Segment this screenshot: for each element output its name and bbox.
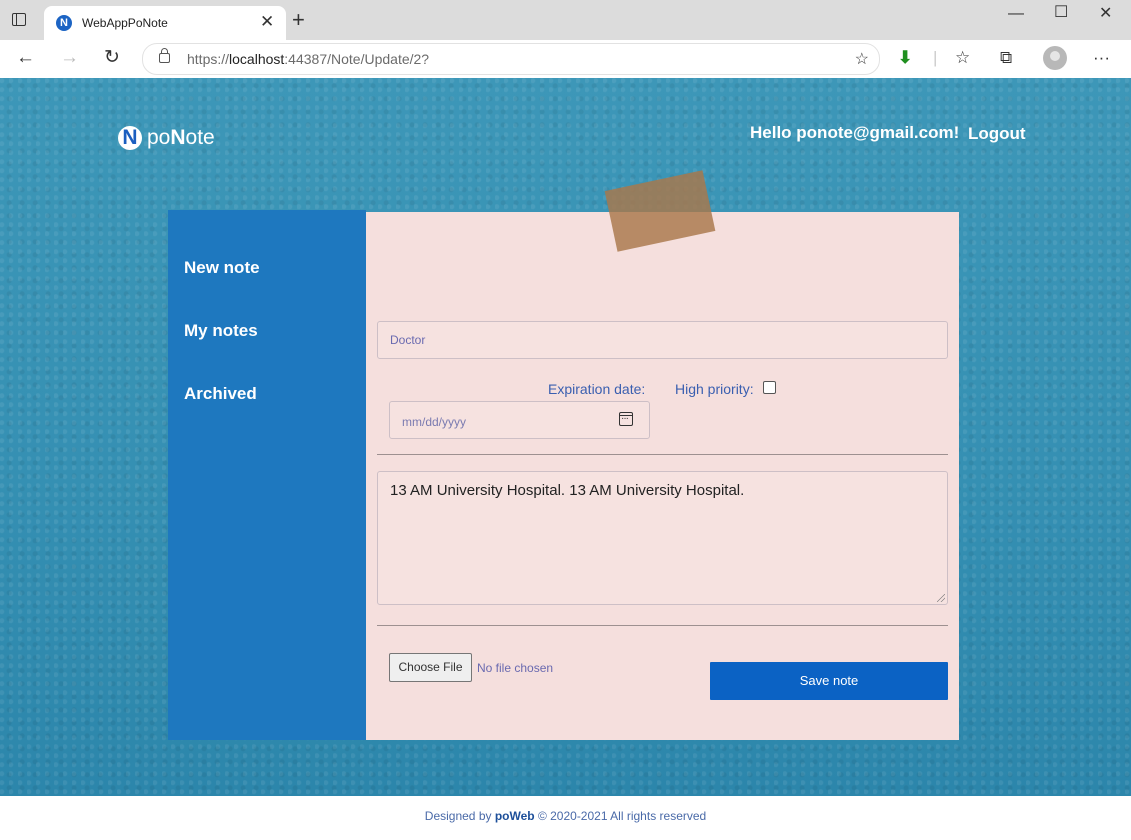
high-priority-label: High priority: — [675, 381, 754, 397]
sidebar-item-my-notes[interactable]: My notes — [184, 321, 258, 341]
browser-tab[interactable]: N WebAppPoNote ✕ — [44, 6, 286, 40]
profile-avatar-icon[interactable] — [1043, 46, 1067, 70]
sidebar-item-archived[interactable]: Archived — [184, 384, 257, 404]
tab-actions-icon[interactable] — [12, 13, 26, 26]
expiration-date-label: Expiration date: — [548, 381, 646, 397]
more-menu-icon[interactable]: ··· — [1093, 48, 1110, 68]
download-icon[interactable]: ⬇ — [898, 48, 912, 68]
url-field[interactable]: https://localhost:44387/Note/Update/2? ☆ — [142, 43, 880, 75]
note-title-input[interactable] — [377, 321, 948, 359]
logout-link[interactable]: Logout — [968, 124, 1026, 144]
file-status-text: No file chosen — [477, 661, 554, 675]
sidebar-item-new-note[interactable]: New note — [184, 258, 260, 278]
divider — [377, 454, 948, 455]
note-body-textarea[interactable]: 13 AM University Hospital. 13 AM Univers… — [377, 471, 948, 605]
footer-text: Designed by poWeb © 2020-2021 All rights… — [424, 809, 707, 823]
resize-handle-icon[interactable] — [937, 594, 945, 602]
window-close-icon[interactable]: ✕ — [1099, 6, 1112, 22]
close-tab-icon[interactable]: ✕ — [260, 13, 274, 31]
choose-file-button[interactable]: Choose File — [389, 653, 472, 682]
expiration-date-input[interactable]: mm/dd/yyyy — [389, 401, 650, 439]
user-greeting[interactable]: Hello ponote@gmail.com! — [750, 123, 959, 143]
tab-title: WebAppPoNote — [82, 16, 168, 30]
lock-icon — [159, 48, 170, 63]
toolbar-divider: | — [933, 48, 938, 67]
back-icon[interactable]: ← — [16, 48, 35, 68]
url-text: https://localhost:44387/Note/Update/2? — [187, 51, 430, 67]
calendar-icon[interactable] — [619, 412, 633, 426]
new-tab-icon[interactable]: + — [292, 9, 305, 31]
high-priority-checkbox[interactable] — [763, 381, 776, 394]
note-body-text: 13 AM University Hospital. 13 AM Univers… — [390, 482, 745, 499]
divider — [377, 625, 948, 626]
minimize-icon[interactable]: — — [1008, 6, 1024, 22]
sidebar: New note My notes Archived — [168, 210, 366, 740]
collections-icon[interactable]: ⧉ — [1000, 48, 1012, 68]
save-note-button[interactable]: Save note — [710, 662, 948, 700]
footer: Designed by poWeb © 2020-2021 All rights… — [0, 796, 1131, 840]
footer-brand-link[interactable]: poWeb — [495, 809, 535, 823]
logo-n-icon: N — [118, 126, 142, 150]
add-favorite-icon[interactable]: ☆ — [855, 49, 869, 69]
refresh-icon[interactable]: ↻ — [104, 48, 120, 68]
address-bar: ← → ↻ https://localhost:44387/Note/Updat… — [0, 40, 1131, 79]
forward-icon[interactable]: → — [60, 48, 79, 68]
logo-text: poNote — [147, 126, 215, 149]
date-placeholder: mm/dd/yyyy — [402, 415, 467, 429]
browser-title-bar: N WebAppPoNote ✕ + — ☐ ✕ — [0, 0, 1131, 40]
favicon-icon: N — [56, 15, 72, 31]
favorites-icon[interactable]: ☆ — [955, 48, 970, 68]
maximize-icon[interactable]: ☐ — [1054, 5, 1068, 21]
